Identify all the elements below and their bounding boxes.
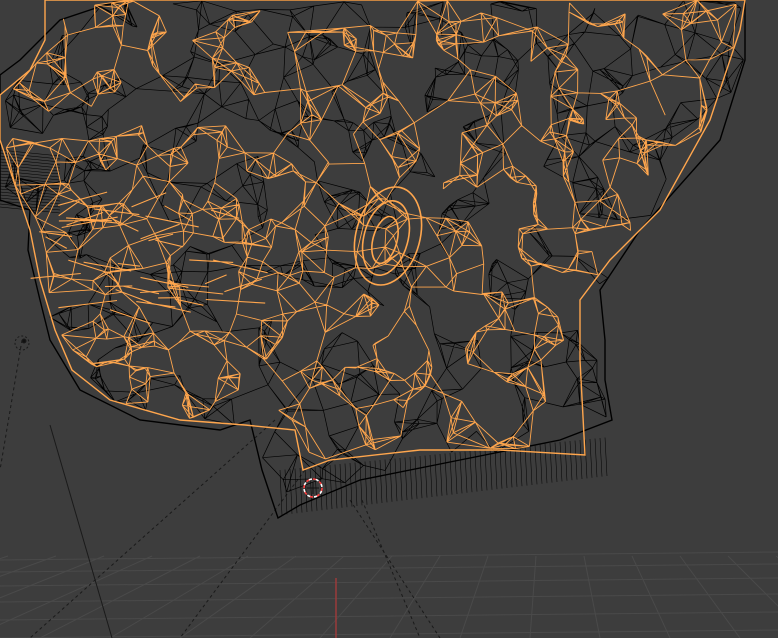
camera-helper-lines[interactable] xyxy=(0,335,441,638)
3d-cursor-icon[interactable] xyxy=(303,478,323,498)
floor-grid xyxy=(0,551,778,638)
3d-viewport[interactable] xyxy=(0,0,778,638)
viewport-canvas[interactable] xyxy=(0,0,778,638)
